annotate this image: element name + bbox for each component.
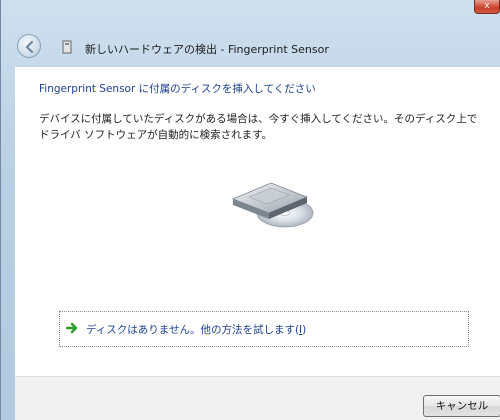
hardware-icon bbox=[62, 40, 72, 54]
window-title: 新しいハードウェアの検出 - Fingerprint Sensor bbox=[85, 43, 329, 56]
description-line-1: デバイスに付属していたディスクがある場合は、今すぐ挿入してください。そのディスク… bbox=[39, 113, 478, 125]
cancel-button[interactable]: キャンセル bbox=[423, 395, 500, 417]
fingerprint-scanner-disc-illustration bbox=[231, 182, 314, 228]
green-arrow-icon bbox=[66, 322, 78, 334]
main-instruction: Fingerprint Sensor に付属のディスクを挿入してください bbox=[39, 83, 316, 95]
back-arrow-icon bbox=[25, 40, 34, 54]
no-disc-option[interactable]: ディスクはありません。他の方法を試します(I) bbox=[59, 311, 469, 347]
no-disc-option-label: ディスクはありません。他の方法を試します(I) bbox=[86, 324, 307, 336]
dialog-footer: キャンセル bbox=[15, 376, 500, 420]
content-area: Fingerprint Sensor に付属のディスクを挿入してください デバイ… bbox=[15, 66, 500, 376]
close-button[interactable]: x bbox=[474, 0, 500, 14]
dialog-frame: x 新しいハードウェアの検出 - Fingerprint Sensor Fing… bbox=[0, 0, 500, 420]
back-button[interactable] bbox=[17, 34, 41, 58]
description: デバイスに付属していたディスクがある場合は、今すぐ挿入してください。そのディスク… bbox=[39, 111, 479, 143]
description-line-2: ドライバ ソフトウェアが自動的に検索されます。 bbox=[39, 129, 273, 141]
dialog-header: 新しいハードウェアの検出 - Fingerprint Sensor bbox=[15, 28, 500, 66]
